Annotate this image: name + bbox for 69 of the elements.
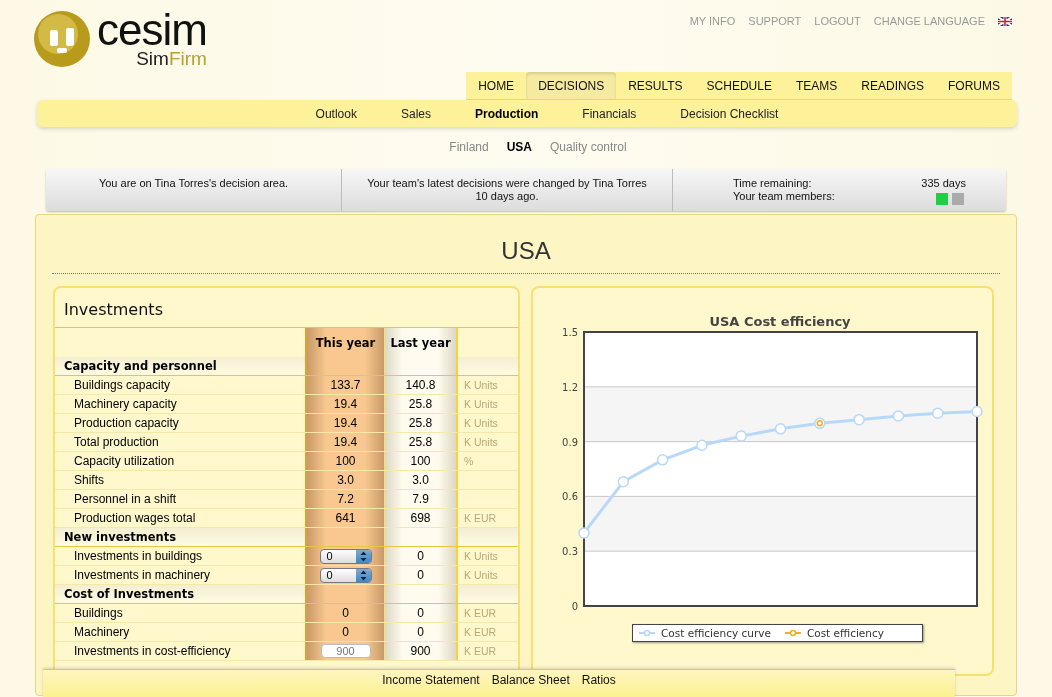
unit-label: K Units (464, 417, 498, 429)
unit-label: K Units (464, 379, 498, 391)
unit-label: K EUR (464, 512, 497, 524)
change-notice: Your team's latest decisions were changed by Tina Torres 10 days ago. (366, 177, 648, 203)
section-heading: New investments (63, 530, 177, 544)
unit-label: K Units (464, 550, 498, 562)
table-cell: 25.8 (384, 414, 458, 432)
row-label: Total production (73, 435, 159, 449)
table-cell: 25.8 (384, 433, 458, 451)
table-cell: 0 (384, 623, 458, 641)
y-tick-label: 0.6 (561, 491, 578, 503)
logo-wordmark: cesim (97, 10, 207, 50)
row-label: Machinery capacity (73, 397, 177, 411)
table-cell: 100 (384, 452, 458, 470)
table-cell: 0 (384, 547, 458, 565)
row-label: Investments in machinery (73, 568, 211, 582)
legend-label: Cost efficiency (806, 627, 884, 639)
area-notice: You are on Tina Torres's decision area. (98, 177, 289, 189)
table-cell: 140.8 (384, 376, 458, 394)
table-cell: 641 (305, 509, 384, 527)
row-label: Shifts (73, 473, 104, 487)
row-label: Investments in buildings (73, 549, 203, 563)
table-cell: 3.0 (384, 471, 458, 489)
table-cell: 133.7 (305, 376, 384, 394)
table-cell: 0 (305, 604, 384, 622)
time-value: 335 days (921, 177, 966, 190)
column-header: This year (305, 328, 384, 357)
table-cell: 0 (384, 566, 458, 584)
unit-label: % (464, 455, 474, 467)
unit-label: K Units (464, 398, 498, 410)
y-tick-label: 0.3 (561, 546, 578, 558)
table-cell: 0 (305, 623, 384, 641)
table-cell: 698 (384, 509, 458, 527)
members-label: Your team members: (733, 190, 835, 204)
unit-label: K Units (464, 436, 498, 448)
table-cell: 25.8 (384, 395, 458, 413)
column-header: Last year (384, 328, 458, 357)
unit-label: K EUR (464, 645, 497, 657)
section-heading: Capacity and personnel (63, 359, 217, 373)
row-label: Personnel in a shift (73, 492, 177, 506)
table-cell: 7.9 (384, 490, 458, 508)
table-cell: 0 (384, 604, 458, 622)
table-cell: 19.4 (305, 433, 384, 451)
table-cell: 3.0 (305, 471, 384, 489)
y-tick-label: 0 (571, 601, 578, 612)
row-label: Buildings capacity (73, 378, 171, 392)
table-cell: 19.4 (305, 414, 384, 432)
y-tick-label: 0.9 (561, 436, 578, 448)
row-label: Investments in cost-efficiency (73, 644, 231, 658)
y-tick-label: 1.5 (561, 327, 578, 338)
table-cell: 19.4 (305, 395, 384, 413)
row-label: Buildings (73, 606, 123, 620)
table-cell: 7.2 (305, 490, 384, 508)
logo-subtitle: SimFirm (136, 50, 207, 68)
table-cell: 100 (305, 452, 384, 470)
unit-label: K EUR (464, 607, 497, 619)
legend-label: Cost efficiency curve (661, 627, 771, 639)
row-label: Production wages total (73, 511, 196, 525)
row-label: Capacity utilization (73, 454, 175, 468)
page-title: USA (52, 237, 1000, 274)
unit-label: K EUR (464, 626, 497, 638)
section-heading: Cost of Investments (63, 587, 194, 601)
row-label: Machinery (73, 625, 130, 639)
unit-label: K Units (464, 569, 498, 581)
time-label: Time remaining: (733, 177, 812, 190)
table-cell: 900 (384, 642, 458, 660)
row-label: Production capacity (73, 416, 179, 430)
y-tick-label: 1.2 (561, 381, 578, 393)
chart-title: USA Cost efficiency (708, 314, 851, 329)
